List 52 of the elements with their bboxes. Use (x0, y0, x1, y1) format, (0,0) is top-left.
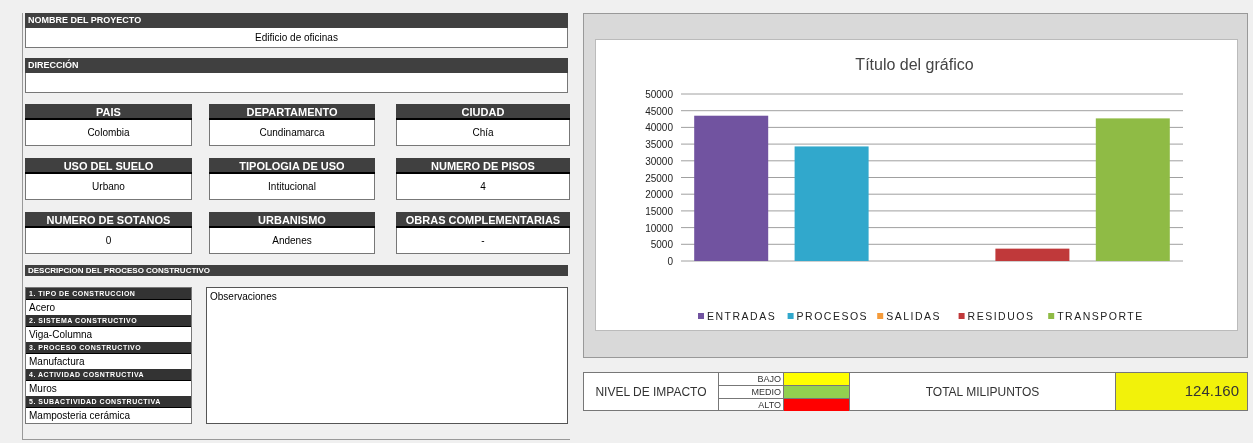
field-label: PAIS (25, 104, 192, 120)
step-value: Acero (26, 300, 191, 315)
field-label: CIUDAD (396, 104, 570, 120)
legend-label: SALIDAS (886, 310, 942, 322)
field-value: Intitucional (209, 174, 375, 200)
total-value: 124.160 (1116, 373, 1247, 410)
field-value: 0 (25, 228, 192, 254)
field-label: NUMERO DE PISOS (396, 158, 570, 174)
y-tick-label: 10000 (645, 222, 673, 234)
field-value: Urbano (25, 174, 192, 200)
field-value: - (396, 228, 570, 254)
section-header: DIRECCIÓN (25, 58, 568, 73)
section-header: DESCRIPCION DEL PROCESO CONSTRUCTIVO (25, 265, 568, 276)
y-tick-label: 45000 (645, 105, 673, 117)
legend-swatch (877, 313, 884, 319)
field-value: Colombia (25, 120, 192, 146)
field-value: Andenes (209, 228, 375, 254)
legend-label: RESIDUOS (967, 310, 1035, 322)
y-tick-label: 5000 (650, 239, 673, 251)
impact-label: NIVEL DE IMPACTO (584, 373, 719, 410)
field-label: OBRAS COMPLEMENTARIAS (396, 212, 570, 228)
field-label: URBANISMO (209, 212, 375, 228)
step-value: Viga-Columna (26, 327, 191, 342)
y-tick-label: 30000 (645, 155, 673, 167)
step-value: Mamposteria cerámica (26, 408, 191, 423)
legend-swatch (1048, 313, 1055, 319)
observations-box: Observaciones (206, 287, 568, 424)
field-label: TIPOLOGIA DE USO (209, 158, 375, 174)
chart-title: Título del gráfico (855, 56, 974, 73)
field-value: Edificio de oficinas (25, 28, 568, 48)
field-label: DEPARTAMENTO (209, 104, 375, 120)
step-value: Muros (26, 381, 191, 396)
legend-swatch (958, 313, 965, 319)
legend-swatch (698, 313, 704, 319)
section-header: NOMBRE DEL PROYECTO (25, 13, 568, 28)
y-tick-label: 25000 (645, 172, 673, 184)
y-tick-label: 35000 (645, 139, 673, 151)
field-value: 4 (396, 174, 570, 200)
field-value: Cundinamarca (209, 120, 375, 146)
y-tick-label: 50000 (645, 89, 673, 100)
legend-swatch (787, 313, 794, 319)
y-tick-label: 20000 (645, 189, 673, 201)
legend-label: TRANSPORTE (1057, 310, 1144, 322)
y-tick-label: 0 (667, 256, 673, 267)
legend-label: PROCESOS (796, 310, 869, 322)
legend-label: ENTRADAS (707, 310, 777, 322)
y-tick-label: 15000 (645, 205, 673, 217)
field-label: USO DEL SUELO (25, 158, 192, 174)
step-value: Manufactura (26, 354, 191, 369)
y-tick-label: 40000 (645, 122, 673, 134)
field-label: NUMERO DE SOTANOS (25, 212, 192, 228)
field-value: Chía (396, 120, 570, 146)
